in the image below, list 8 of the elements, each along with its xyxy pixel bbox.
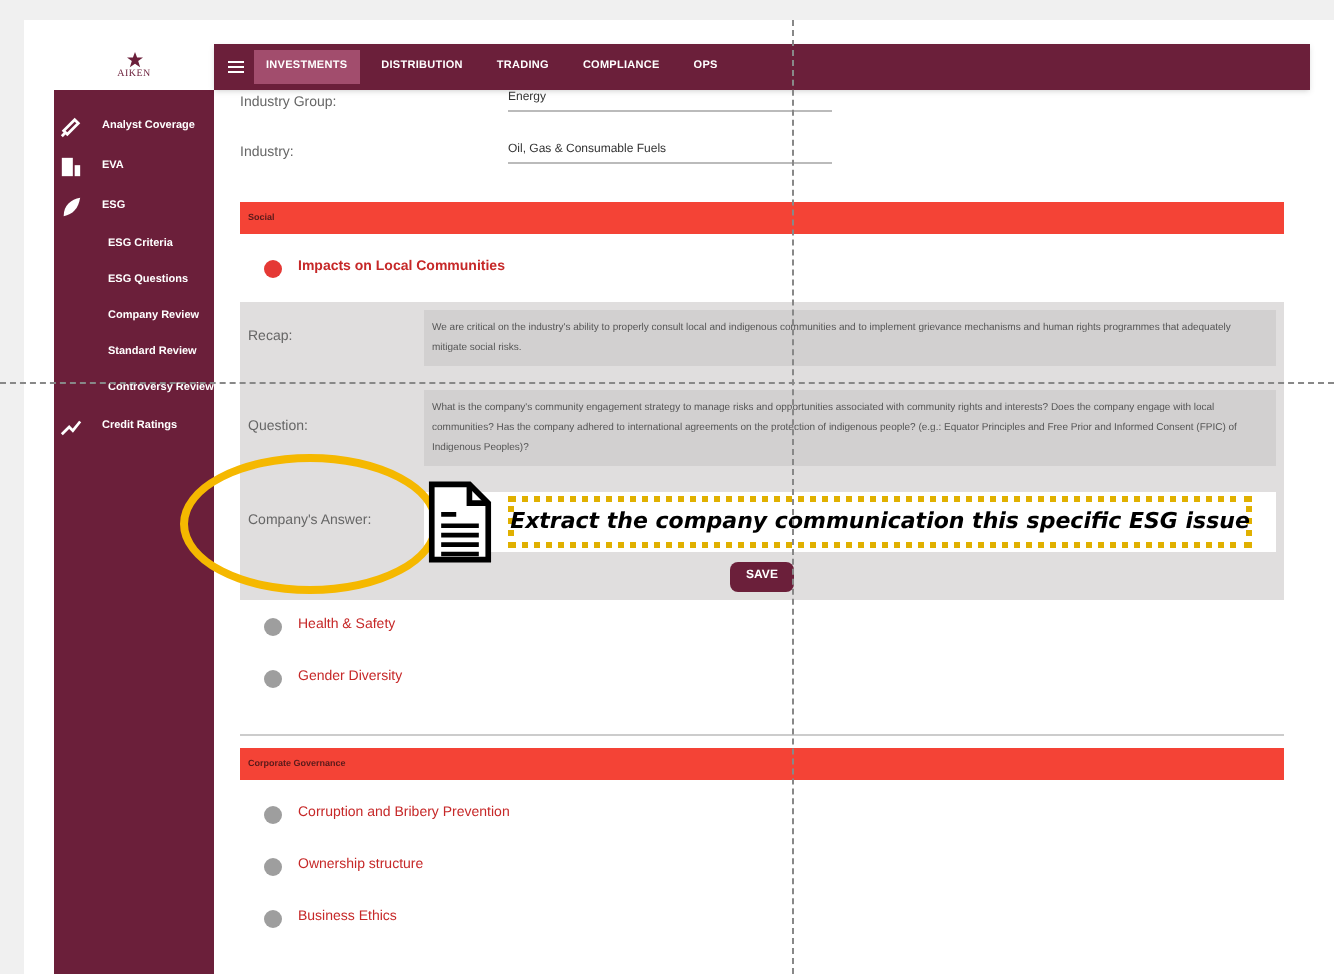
building-icon: [60, 155, 82, 177]
document-icon: [428, 480, 492, 564]
trend-icon: [60, 415, 82, 437]
leaf-icon: [60, 195, 82, 217]
star-logo-icon: [125, 51, 143, 68]
annotation-text: Extract the company communication this specific ESG issue: [510, 505, 1250, 538]
link-icon: [60, 115, 82, 137]
menu-icon[interactable]: [228, 60, 244, 74]
